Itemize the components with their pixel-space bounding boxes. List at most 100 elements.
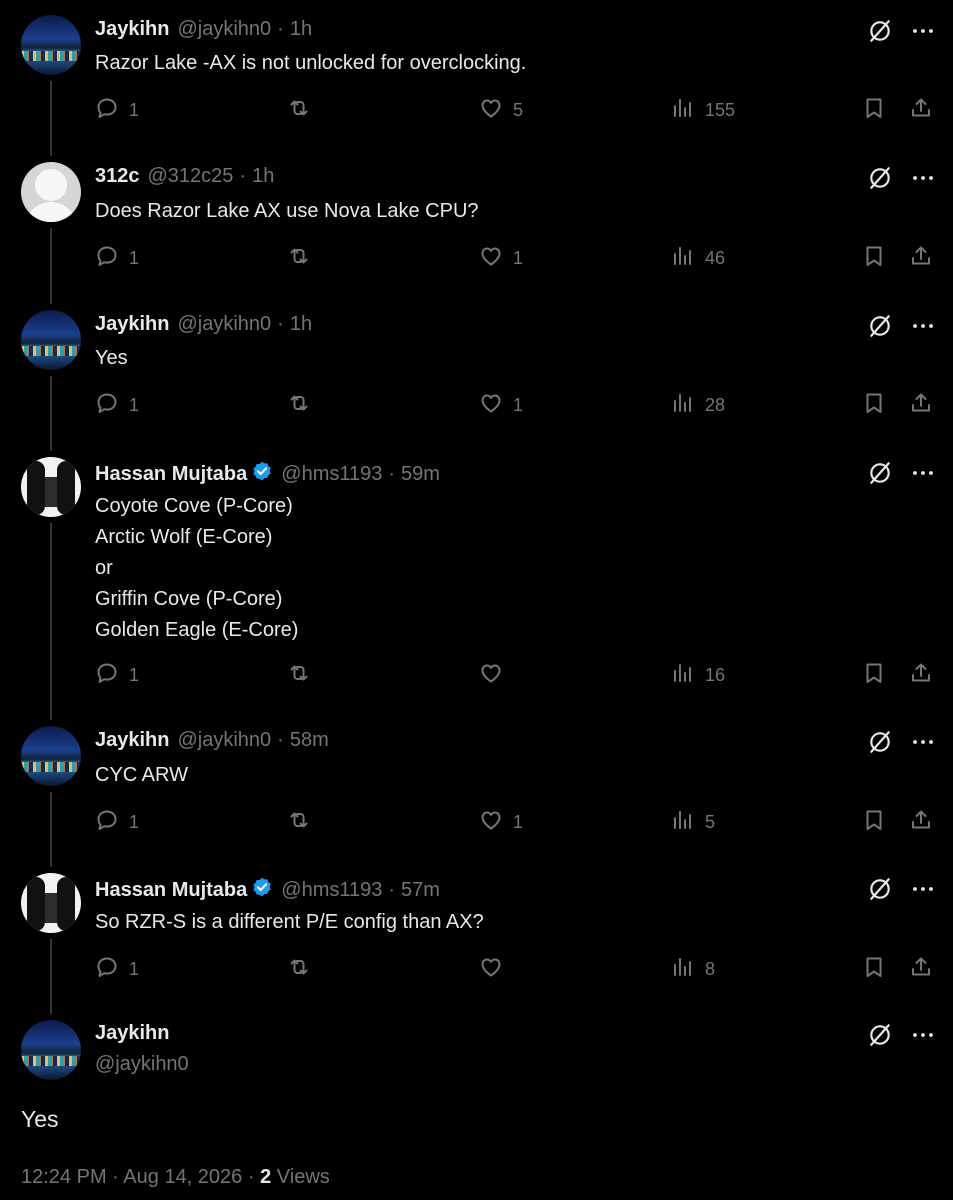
grok-icon[interactable] xyxy=(867,18,893,49)
tweet-time[interactable]: 12:24 PM xyxy=(21,1166,107,1188)
author-handle[interactable]: @312c25 xyxy=(148,165,234,188)
grok-icon[interactable] xyxy=(867,460,893,491)
grok-icon[interactable] xyxy=(867,1022,893,1048)
tweet-time[interactable]: 1h xyxy=(252,165,274,188)
avatar[interactable] xyxy=(21,457,81,517)
tweet-text: Razor Lake -AX is not unlocked for overc… xyxy=(95,52,527,74)
tweet-top-actions xyxy=(867,729,935,760)
tweet-text: So RZR-S is a different P/E config than … xyxy=(95,911,484,933)
repost-icon xyxy=(287,661,311,690)
like-icon xyxy=(479,244,503,273)
bookmark-button[interactable] xyxy=(862,955,886,984)
more-icon[interactable] xyxy=(911,19,935,48)
separator: · xyxy=(112,1166,119,1188)
share-icon xyxy=(909,661,933,690)
views-button[interactable]: 16 xyxy=(671,661,725,690)
tweet-date[interactable]: Aug 14, 2026 xyxy=(123,1166,242,1188)
tweet-time[interactable]: 59m xyxy=(401,463,440,486)
more-icon[interactable] xyxy=(911,1023,935,1047)
avatar[interactable] xyxy=(21,1020,81,1080)
like-button[interactable]: 1 xyxy=(479,391,523,420)
share-button[interactable] xyxy=(909,244,933,273)
author-handle[interactable]: @jaykihn0 xyxy=(177,729,271,752)
author-handle[interactable]: @jaykihn0 xyxy=(177,313,271,336)
tweet-time[interactable]: 58m xyxy=(290,729,329,752)
like-button[interactable] xyxy=(479,661,513,690)
author-handle[interactable]: @hms1193 xyxy=(281,879,382,902)
tweet-header: 312c @312c25 · 1h xyxy=(95,165,274,188)
views-button[interactable]: 8 xyxy=(671,955,715,984)
repost-button[interactable] xyxy=(287,661,321,690)
share-button[interactable] xyxy=(909,661,933,690)
author-name[interactable]: Hassan Mujtaba xyxy=(95,879,247,902)
more-icon[interactable] xyxy=(911,166,935,195)
author-name[interactable]: Jaykihn xyxy=(95,1022,169,1045)
share-button[interactable] xyxy=(909,955,933,984)
author-handle[interactable]: @jaykihn0 xyxy=(177,18,271,41)
like-button[interactable]: 1 xyxy=(479,808,523,837)
views-count: 46 xyxy=(705,248,726,268)
bookmark-button[interactable] xyxy=(862,808,886,837)
bookmark-icon xyxy=(862,391,886,420)
author-name[interactable]: Jaykihn xyxy=(95,18,169,41)
share-button[interactable] xyxy=(909,96,933,125)
views-button[interactable]: 46 xyxy=(671,244,725,273)
like-count: 1 xyxy=(513,395,524,415)
like-button[interactable]: 5 xyxy=(479,96,523,125)
views-button[interactable]: 5 xyxy=(671,808,715,837)
views-button[interactable]: 155 xyxy=(671,96,735,125)
avatar[interactable] xyxy=(21,873,81,933)
grok-icon[interactable] xyxy=(867,876,893,907)
share-button[interactable] xyxy=(909,391,933,420)
bookmark-button[interactable] xyxy=(862,244,886,273)
share-button[interactable] xyxy=(909,808,933,837)
views-button[interactable]: 28 xyxy=(671,391,725,420)
reply-button[interactable]: 1 xyxy=(95,244,139,273)
like-button[interactable] xyxy=(479,955,513,984)
tweet-time[interactable]: 1h xyxy=(290,18,312,41)
reply-button[interactable]: 1 xyxy=(95,955,139,984)
repost-button[interactable] xyxy=(287,391,321,420)
bookmark-button[interactable] xyxy=(862,96,886,125)
repost-button[interactable] xyxy=(287,96,321,125)
repost-button[interactable] xyxy=(287,808,321,837)
reply-button[interactable]: 1 xyxy=(95,96,139,125)
reply-button[interactable]: 1 xyxy=(95,808,139,837)
grok-icon[interactable] xyxy=(867,729,893,760)
grok-icon[interactable] xyxy=(867,313,893,344)
author-handle[interactable]: @jaykihn0 xyxy=(95,1053,189,1076)
tweet-time[interactable]: 1h xyxy=(290,313,312,336)
share-icon xyxy=(909,391,933,420)
more-icon[interactable] xyxy=(911,461,935,490)
like-icon xyxy=(479,661,503,690)
avatar[interactable] xyxy=(21,162,81,222)
avatar[interactable] xyxy=(21,15,81,75)
grok-icon[interactable] xyxy=(867,165,893,196)
bookmark-button[interactable] xyxy=(862,661,886,690)
reply-button[interactable]: 1 xyxy=(95,661,139,690)
reply-button[interactable]: 1 xyxy=(95,391,139,420)
more-icon[interactable] xyxy=(911,314,935,343)
views-label: Views xyxy=(276,1166,330,1188)
author-name[interactable]: Hassan Mujtaba xyxy=(95,463,247,486)
views-icon xyxy=(671,808,695,837)
avatar[interactable] xyxy=(21,726,81,786)
more-icon[interactable] xyxy=(911,877,935,906)
repost-icon xyxy=(287,96,311,125)
repost-button[interactable] xyxy=(287,955,321,984)
repost-button[interactable] xyxy=(287,244,321,273)
views-count: 8 xyxy=(705,959,716,979)
author-name[interactable]: 312c xyxy=(95,165,140,188)
tweet-time[interactable]: 57m xyxy=(401,879,440,902)
thread-connector xyxy=(50,939,52,1014)
bookmark-button[interactable] xyxy=(862,391,886,420)
more-icon[interactable] xyxy=(911,730,935,759)
avatar[interactable] xyxy=(21,310,81,370)
verified-badge-icon xyxy=(247,460,273,488)
author-name[interactable]: Jaykihn xyxy=(95,729,169,752)
tweet-header: Jaykihn @jaykihn0 · 1h xyxy=(95,313,312,336)
like-button[interactable]: 1 xyxy=(479,244,523,273)
author-handle[interactable]: @hms1193 xyxy=(281,463,382,486)
reply-icon xyxy=(95,96,119,125)
author-name[interactable]: Jaykihn xyxy=(95,313,169,336)
